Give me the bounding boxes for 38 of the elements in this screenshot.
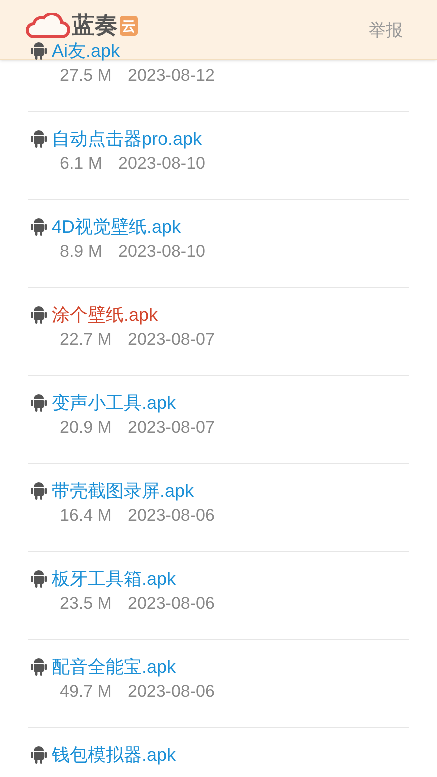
- file-name-link[interactable]: 4D视觉壁纸.apk: [52, 215, 182, 239]
- file-name-link[interactable]: 变声小工具.apk: [52, 391, 176, 415]
- file-date: 2023-08-12: [128, 65, 215, 87]
- file-date: 2023-08-06: [128, 593, 215, 615]
- file-size: 22.7 M: [60, 329, 112, 351]
- logo-badge: 云: [120, 16, 138, 36]
- file-name-link[interactable]: 配音全能宝.apk: [52, 655, 176, 679]
- cloud-icon: [26, 12, 70, 38]
- android-icon: [30, 41, 48, 61]
- file-size: 8.9 M: [60, 241, 103, 263]
- file-date: 2023-08-07: [128, 417, 215, 439]
- android-icon: [30, 569, 48, 589]
- report-link[interactable]: 举报: [369, 16, 403, 44]
- file-size: 16.4 M: [60, 505, 112, 527]
- logo-text: 蓝奏: [72, 14, 118, 37]
- file-date: 2023-08-10: [118, 153, 206, 175]
- file-date: 2023-08-10: [118, 241, 206, 263]
- android-icon: [30, 305, 48, 325]
- file-date: 2023-08-06: [128, 505, 215, 527]
- file-date: 2023-08-06: [128, 681, 215, 703]
- android-icon: [30, 393, 48, 413]
- file-size: 27.5 M: [60, 65, 112, 87]
- file-name-link[interactable]: 板牙工具箱.apk: [52, 567, 176, 591]
- android-icon: [30, 129, 48, 149]
- android-icon: [30, 745, 48, 765]
- file-size: 6.1 M: [60, 153, 103, 175]
- android-icon: [30, 217, 48, 237]
- file-name-link[interactable]: 钱包模拟器.apk: [52, 743, 176, 767]
- file-size: 49.7 M: [60, 681, 112, 703]
- file-name-link[interactable]: Ai友.apk: [52, 39, 120, 63]
- android-icon: [30, 657, 48, 677]
- file-size: 23.5 M: [60, 593, 112, 615]
- file-name-link[interactable]: 自动点击器pro.apk: [52, 127, 202, 151]
- file-name-link[interactable]: 涂个壁纸.apk: [52, 303, 158, 327]
- android-icon: [30, 481, 48, 501]
- file-date: 2023-08-07: [128, 329, 215, 351]
- file-size: 20.9 M: [60, 417, 112, 439]
- file-name-link[interactable]: 带壳截图录屏.apk: [52, 479, 194, 503]
